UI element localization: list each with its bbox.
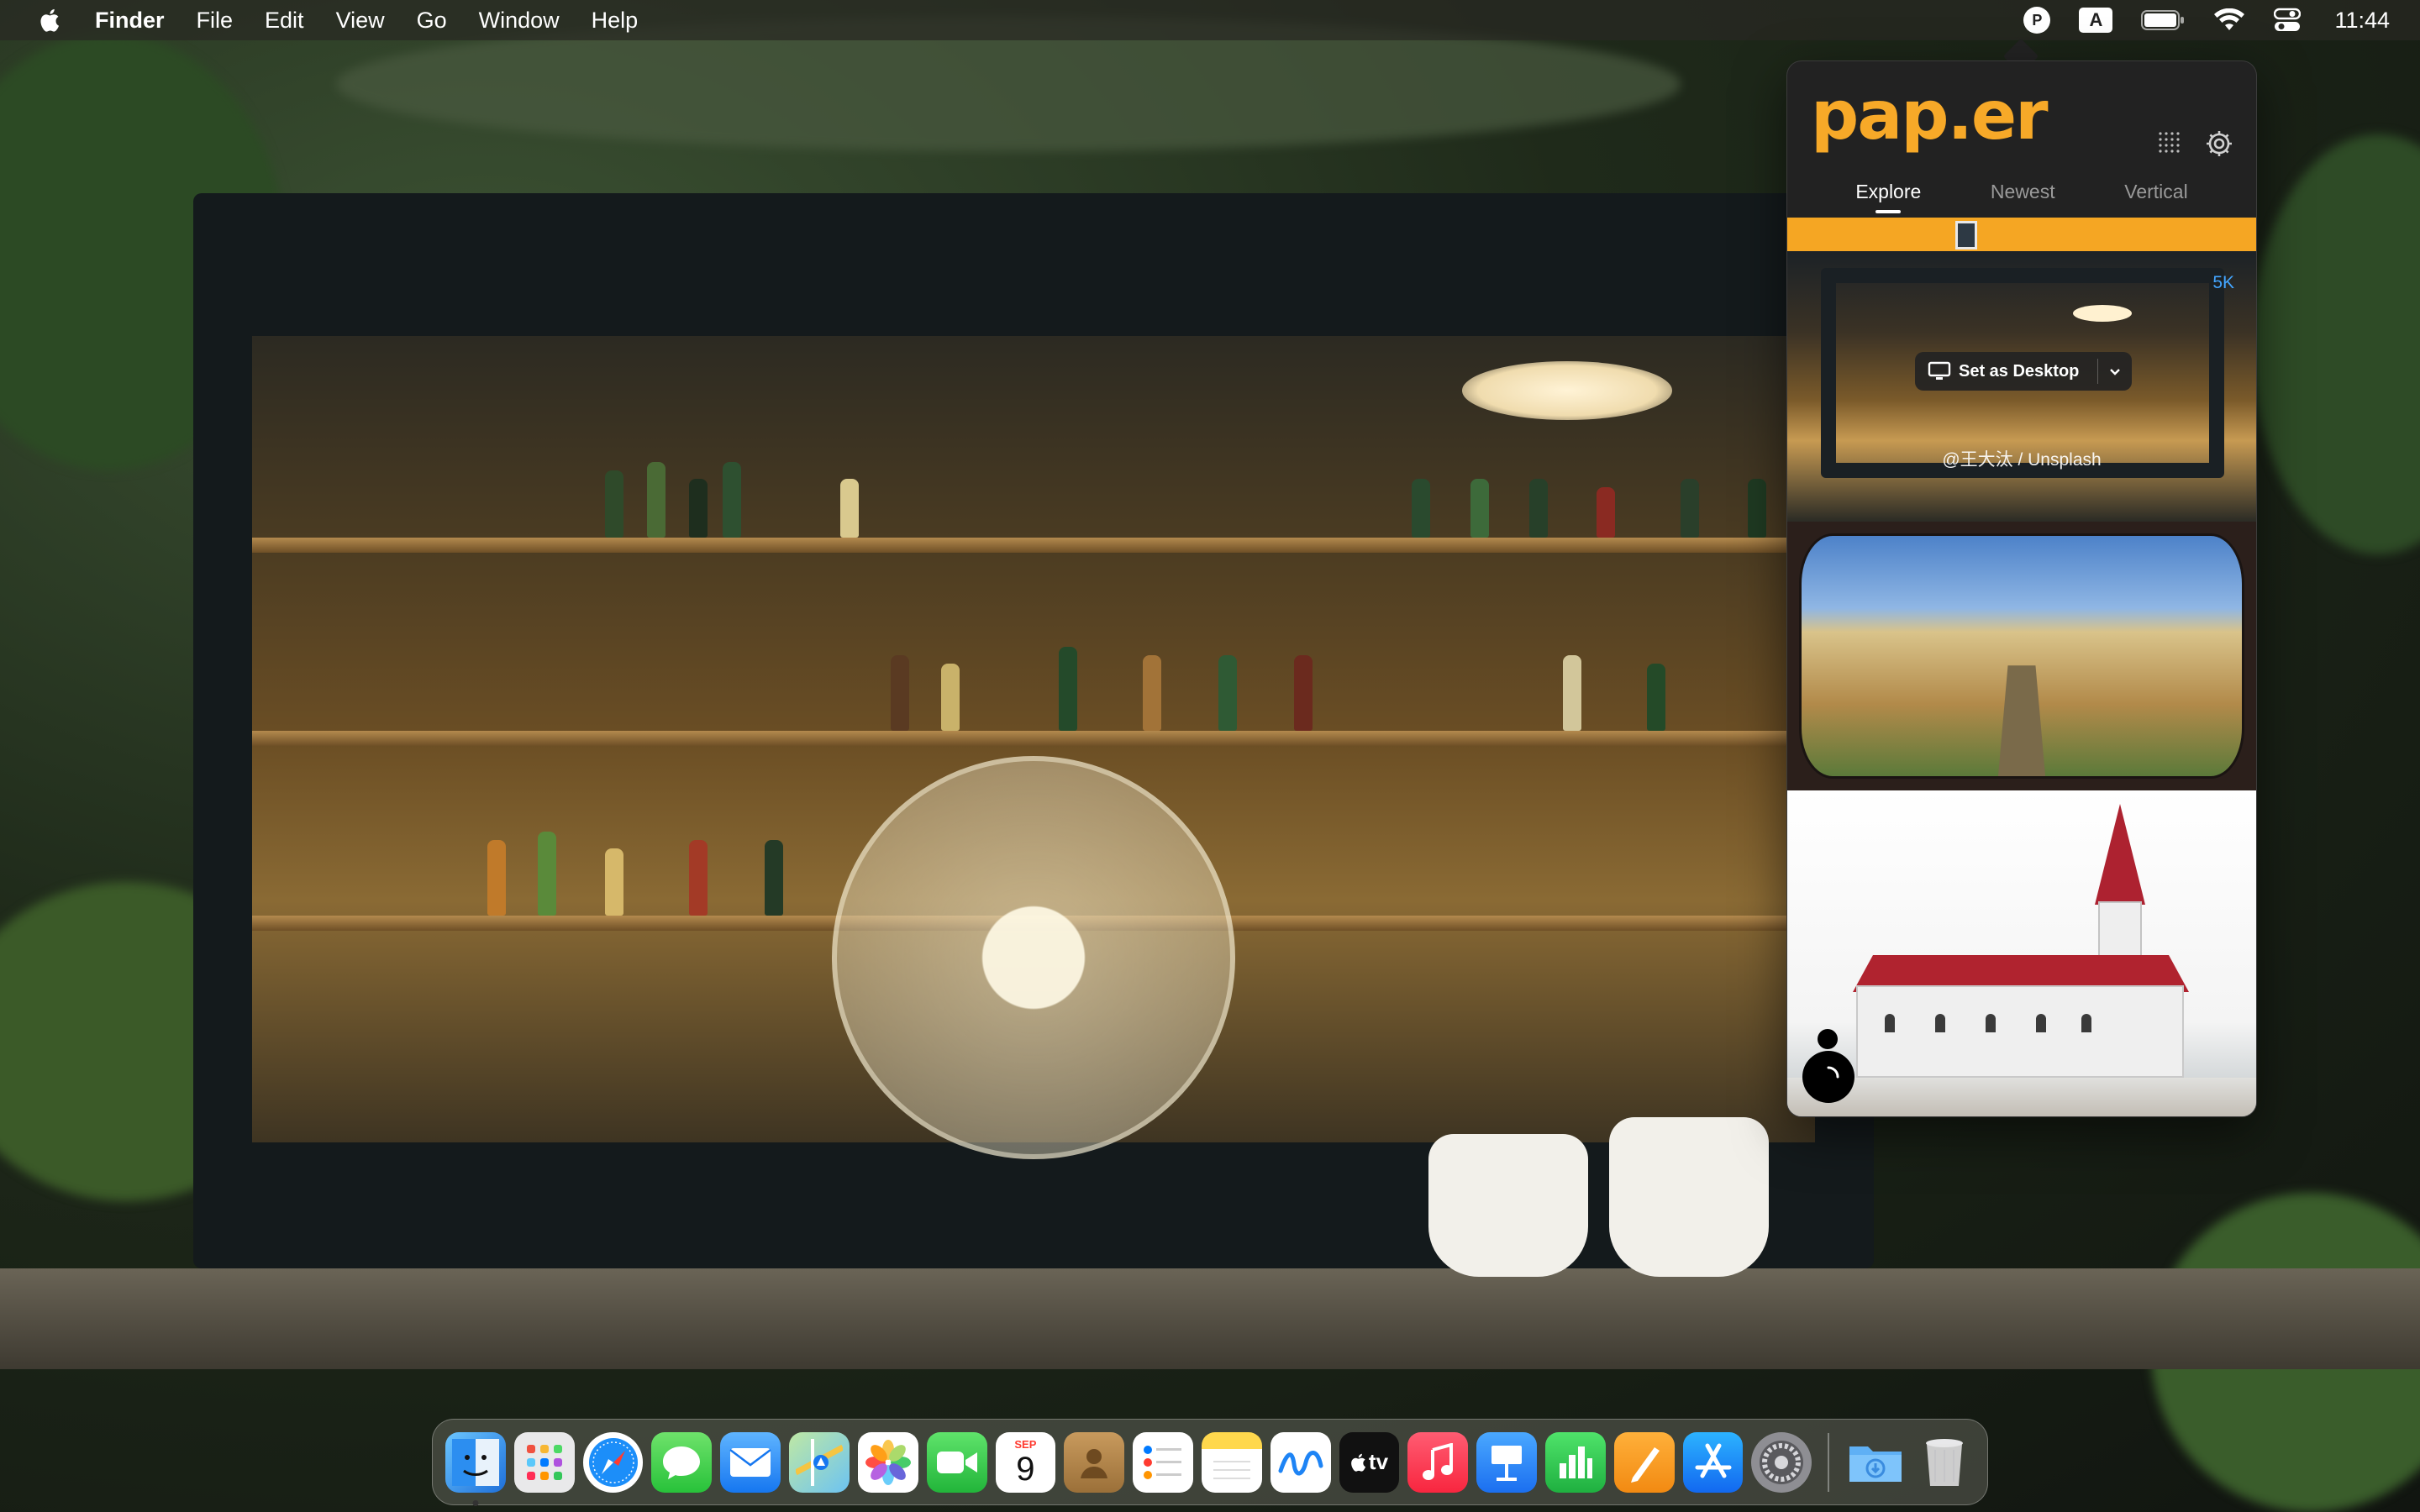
app-logo: pap.er bbox=[1811, 76, 2049, 155]
menu-app-name[interactable]: Finder bbox=[79, 0, 181, 40]
launchpad-icon[interactable] bbox=[513, 1431, 575, 1493]
popover-header: pap.er Explore Newest Vertical bbox=[1787, 61, 2256, 218]
church-window bbox=[2081, 1014, 2091, 1032]
facetime-icon[interactable] bbox=[926, 1431, 987, 1493]
dock-separator bbox=[1828, 1432, 1830, 1492]
church-window bbox=[1986, 1014, 1996, 1032]
trash-icon[interactable] bbox=[1914, 1432, 1975, 1493]
paper-status-letter: P bbox=[2023, 7, 2051, 34]
menu-go[interactable]: Go bbox=[401, 0, 463, 40]
wallpaper-thumb-bar[interactable]: 5K Set as Desktop @王大汰 / Unsplash bbox=[1787, 251, 2256, 522]
running-indicator bbox=[472, 1499, 479, 1506]
desk-fan bbox=[832, 756, 1235, 1159]
keynote-icon[interactable] bbox=[1476, 1431, 1537, 1493]
apple-logo-icon bbox=[1351, 1453, 1365, 1472]
menu-clock[interactable]: 11:44 bbox=[2334, 8, 2390, 34]
reminders-icon[interactable] bbox=[1133, 1431, 1193, 1493]
dock: SEP 9 tv bbox=[432, 1419, 1988, 1506]
church-window bbox=[1885, 1014, 1895, 1032]
plant-pot bbox=[1609, 1117, 1769, 1277]
tab-vertical[interactable]: Vertical bbox=[2124, 181, 2187, 212]
wallpaper-thumb-field[interactable] bbox=[1787, 522, 2256, 790]
calendar-icon[interactable]: SEP 9 bbox=[995, 1431, 1056, 1493]
church-spire bbox=[2095, 804, 2145, 905]
plant-pot bbox=[1428, 1134, 1588, 1277]
field-path bbox=[1997, 665, 2046, 776]
gear-icon[interactable] bbox=[2201, 125, 2238, 162]
resolution-badge: 5K bbox=[2212, 273, 2234, 292]
menu-file[interactable]: File bbox=[181, 0, 250, 40]
wallpaper-thumb-orange[interactable] bbox=[1787, 218, 2256, 251]
photo-credit[interactable]: @王大汰 / Unsplash bbox=[1787, 446, 2256, 471]
strip-window-shape bbox=[1955, 221, 1977, 249]
messages-icon[interactable] bbox=[651, 1431, 713, 1493]
safari-icon[interactable] bbox=[582, 1431, 644, 1493]
chevron-down-icon[interactable] bbox=[2098, 352, 2132, 391]
monitor-icon bbox=[1920, 352, 1959, 391]
pages-icon[interactable] bbox=[1613, 1431, 1675, 1493]
contacts-icon[interactable] bbox=[1064, 1431, 1125, 1493]
notes-icon[interactable] bbox=[1201, 1431, 1262, 1493]
mail-icon[interactable] bbox=[720, 1431, 781, 1493]
freeform-icon[interactable] bbox=[1270, 1431, 1331, 1493]
field-photo bbox=[1799, 533, 2244, 779]
numbers-icon[interactable] bbox=[1545, 1431, 1606, 1493]
menu-edit[interactable]: Edit bbox=[249, 0, 320, 40]
church-ground bbox=[1787, 1078, 2256, 1116]
tab-explore[interactable]: Explore bbox=[1855, 181, 1921, 212]
menu-bar: Finder File Edit View Go Window Help P A… bbox=[0, 0, 2420, 40]
loading-dot bbox=[1818, 1029, 1838, 1049]
wallpaper-thumb-church[interactable] bbox=[1787, 790, 2256, 1116]
wifi-icon[interactable] bbox=[2213, 8, 2245, 32]
hanging-lamp bbox=[1462, 361, 1672, 420]
dots-grid-icon[interactable] bbox=[2152, 125, 2189, 162]
system-settings-icon[interactable] bbox=[1751, 1431, 1812, 1493]
control-center-icon[interactable] bbox=[2274, 8, 2302, 33]
menu-window[interactable]: Window bbox=[463, 0, 576, 40]
battery-icon[interactable] bbox=[2141, 9, 2185, 31]
popover-tabs: Explore Newest Vertical bbox=[1787, 181, 2256, 212]
photos-icon[interactable] bbox=[857, 1431, 918, 1493]
set-as-desktop-button[interactable]: Set as Desktop bbox=[1915, 352, 2132, 391]
church-window bbox=[1935, 1014, 1945, 1032]
calendar-day: 9 bbox=[1016, 1450, 1035, 1488]
paper-popover: pap.er Explore Newest Vertical 5K Set as… bbox=[1786, 60, 2257, 1117]
church-window bbox=[2036, 1014, 2046, 1032]
finder-icon[interactable] bbox=[445, 1431, 506, 1506]
menu-help[interactable]: Help bbox=[576, 0, 655, 40]
input-source-icon[interactable]: A bbox=[2079, 8, 2113, 33]
music-icon[interactable] bbox=[1407, 1431, 1469, 1493]
maps-icon[interactable] bbox=[789, 1431, 850, 1493]
set-as-desktop-label: Set as Desktop bbox=[1959, 361, 2080, 381]
window-sill bbox=[0, 1268, 2420, 1369]
loading-spinner-icon bbox=[1802, 1051, 1854, 1103]
church-body bbox=[1856, 985, 2184, 1078]
apple-menu-icon[interactable] bbox=[29, 0, 74, 40]
input-source-letter: A bbox=[2079, 8, 2113, 33]
paper-status-icon[interactable]: P bbox=[2023, 7, 2051, 34]
apple-tv-label: tv bbox=[1368, 1449, 1389, 1474]
apple-tv-icon[interactable]: tv bbox=[1339, 1431, 1400, 1493]
thumb-lamp bbox=[2073, 305, 2132, 322]
app-store-icon[interactable] bbox=[1682, 1431, 1744, 1493]
calendar-month: SEP bbox=[1014, 1437, 1037, 1451]
downloads-folder-icon[interactable] bbox=[1845, 1432, 1906, 1493]
menu-view[interactable]: View bbox=[320, 0, 401, 40]
tab-newest[interactable]: Newest bbox=[1991, 181, 2055, 212]
